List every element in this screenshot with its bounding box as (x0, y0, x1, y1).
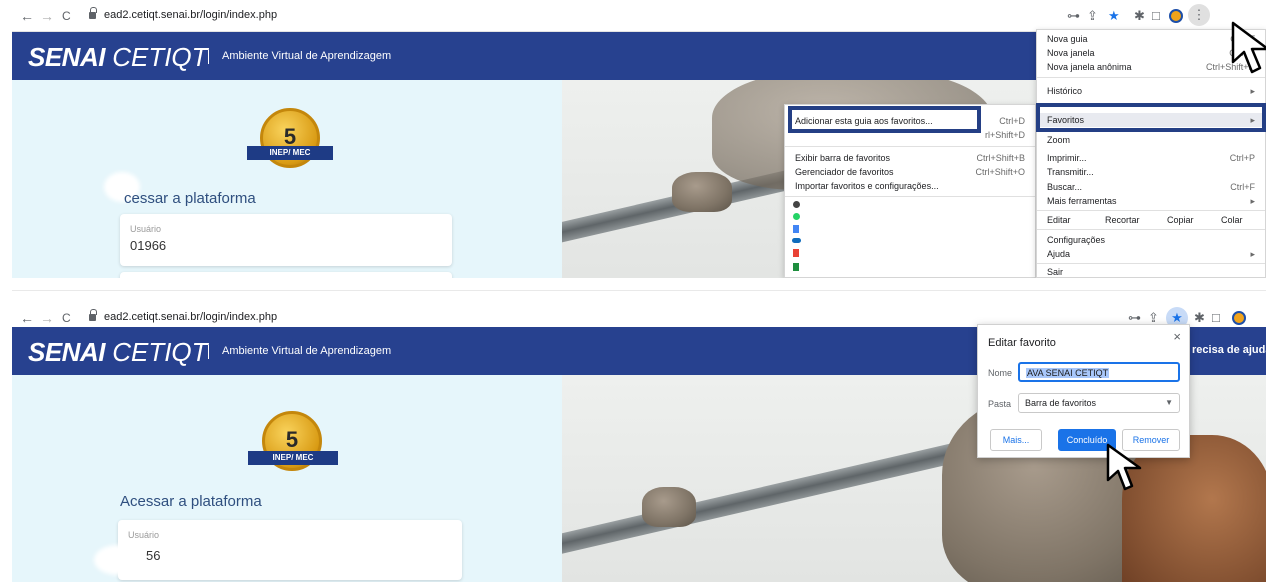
forward-icon[interactable]: → (40, 8, 54, 24)
username-field[interactable]: Usuário 01966 (120, 214, 452, 266)
name-label: Nome (988, 368, 1013, 378)
username-value[interactable]: 01966 (130, 238, 166, 253)
site-tagline: Ambiente Virtual de Aprendizagem (222, 345, 392, 357)
highlight-add-bookmark (788, 106, 981, 133)
dialog-title: Editar favorito (988, 337, 1056, 349)
menu-edit-row: Editar Recortar Copiar Colar (1037, 213, 1265, 227)
senai-logo[interactable]: SENAI CETIQT (28, 42, 208, 72)
menu-divider (785, 196, 1035, 197)
highlight-favorites (1036, 103, 1266, 132)
edit-label: Editar (1047, 215, 1071, 225)
extensions-icon[interactable]: ✱ (1134, 8, 1145, 24)
cut-button[interactable]: Recortar (1105, 213, 1140, 227)
login-panel: 5 INEP/ MEC Acessar a plataforma Usuário… (12, 375, 562, 582)
screenshot-top: ← → C ead2.cetiqt.senai.br/login/index.p… (12, 0, 1266, 278)
photo-strap (642, 487, 696, 527)
username-value[interactable]: 56 (146, 548, 160, 563)
menu-item-print[interactable]: Imprimir... Ctrl+P (1037, 151, 1265, 165)
menu-item-help[interactable]: Ajuda ▸ (1037, 247, 1265, 261)
folder-select[interactable]: Barra de favoritos ▼ (1018, 393, 1180, 413)
menu-item-more-tools[interactable]: Mais ferramentas ▸ (1037, 194, 1265, 208)
menu-divider (785, 146, 1035, 147)
screenshot-divider (12, 290, 1266, 291)
reload-icon[interactable]: C (62, 310, 71, 326)
menu-divider (1037, 229, 1265, 230)
password-field[interactable] (120, 272, 452, 278)
browser-toolbar: ← → C ead2.cetiqt.senai.br/login/index.p… (12, 0, 1266, 32)
docs-icon[interactable] (793, 225, 799, 233)
extensions-icon[interactable]: ✱ (1194, 310, 1205, 326)
address-bar[interactable]: ead2.cetiqt.senai.br/login/index.php (104, 9, 277, 21)
photo-rail (562, 435, 989, 555)
menu-item-bookmark-manager[interactable]: Gerenciador de favoritos Ctrl+Shift+O (785, 165, 1035, 179)
badge-ribbon: INEP/ MEC (248, 451, 338, 465)
login-panel: 5 INEP/ MEC cessar a plataforma Usuário … (12, 80, 562, 278)
key-icon[interactable]: ⊶ (1067, 8, 1080, 24)
mouse-cursor-icon (1231, 21, 1266, 74)
login-title: Acessar a plataforma (120, 493, 262, 510)
username-label: Usuário (130, 224, 162, 234)
help-link[interactable]: recisa de ajuda (1192, 344, 1266, 356)
photo-strap (672, 172, 732, 212)
profile-avatar[interactable] (1169, 9, 1183, 23)
star-icon[interactable]: ★ (1108, 8, 1120, 24)
edit-bookmark-dialog: Editar favorito × Nome AVA SENAI CETIQT … (977, 324, 1190, 458)
whatsapp-icon[interactable] (793, 213, 800, 220)
menu-item-find[interactable]: Buscar... Ctrl+F (1037, 180, 1265, 194)
menu-item-history[interactable]: Histórico ▸ (1037, 84, 1265, 98)
address-bar[interactable]: ead2.cetiqt.senai.br/login/index.php (104, 311, 277, 323)
close-icon[interactable]: × (1173, 329, 1181, 344)
header-divider (208, 345, 209, 359)
header-divider (208, 50, 209, 64)
screenshot-bottom: ← → C ead2.cetiqt.senai.br/login/index.p… (12, 302, 1266, 582)
sidepanel-icon[interactable]: □ (1212, 310, 1220, 326)
redaction-blob (94, 545, 142, 575)
paste-button[interactable]: Colar (1221, 213, 1243, 227)
menu-divider (1037, 263, 1265, 264)
lock-icon[interactable] (89, 309, 97, 322)
bookmark-icon[interactable] (793, 249, 799, 257)
menu-item-zoom[interactable]: Zoom (1037, 133, 1265, 147)
badge-ribbon: INEP/ MEC (247, 146, 333, 160)
login-title: cessar a plataforma (124, 190, 256, 207)
onedrive-icon[interactable] (792, 238, 801, 243)
name-input[interactable]: AVA SENAI CETIQT (1018, 362, 1180, 382)
profile-avatar[interactable] (1232, 311, 1246, 325)
menu-item-show-bookmarks-bar[interactable]: Exibir barra de favoritos Ctrl+Shift+B (785, 151, 1035, 165)
sheets-icon[interactable] (793, 263, 799, 271)
menu-item-exit[interactable]: Sair (1037, 265, 1265, 278)
menu-item-settings[interactable]: Configurações (1037, 233, 1265, 247)
share-icon[interactable]: ⇪ (1087, 8, 1098, 24)
chevron-down-icon: ▼ (1165, 398, 1173, 407)
back-icon[interactable]: ← (20, 310, 34, 326)
senai-logo[interactable]: SENAI CETIQT (28, 337, 208, 367)
kebab-menu-icon[interactable]: ⋮ (1188, 4, 1210, 26)
site-favicon-icon[interactable] (793, 201, 800, 208)
menu-divider (1037, 210, 1265, 211)
reload-icon[interactable]: C (62, 8, 71, 24)
mouse-cursor-icon (1106, 443, 1142, 491)
lock-icon[interactable] (89, 7, 97, 20)
menu-item-import-bookmarks[interactable]: Importar favoritos e configurações... (785, 179, 1035, 193)
back-icon[interactable]: ← (20, 8, 34, 24)
folder-label: Pasta (988, 399, 1012, 409)
menu-item-cast[interactable]: Transmitir... (1037, 165, 1265, 179)
copy-button[interactable]: Copiar (1167, 213, 1194, 227)
more-button[interactable]: Mais... (990, 429, 1042, 451)
forward-icon[interactable]: → (40, 310, 54, 326)
sidepanel-icon[interactable]: □ (1152, 8, 1160, 24)
username-field[interactable]: Usuário 56 (118, 520, 462, 580)
username-label: Usuário (128, 530, 160, 540)
site-tagline: Ambiente Virtual de Aprendizagem (222, 50, 392, 62)
